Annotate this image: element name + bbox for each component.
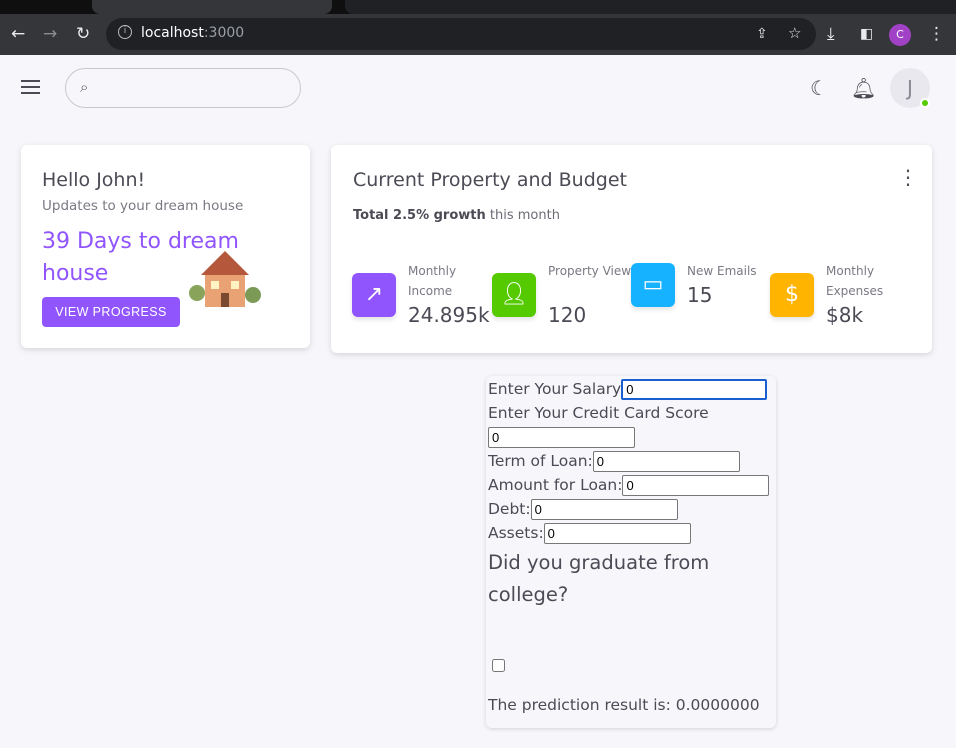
tab-strip xyxy=(0,0,956,14)
dollar-icon: $ xyxy=(770,273,814,317)
loan-prediction-form: Enter Your Salary Enter Your Credit Card… xyxy=(486,376,776,728)
devices-icon: ▭ xyxy=(631,263,675,307)
stat-value: 120 xyxy=(548,303,587,327)
url-host: localhost xyxy=(141,25,204,41)
stat-label: New Emails xyxy=(687,264,757,278)
term-label: Term of Loan: xyxy=(488,452,593,470)
stat-label: Property Views xyxy=(548,264,638,278)
more-icon[interactable]: ⋮ xyxy=(928,23,945,45)
amount-input[interactable] xyxy=(622,475,770,496)
download-icon[interactable]: ⤓ xyxy=(827,23,835,45)
credit-score-label: Enter Your Credit Card Score xyxy=(488,404,709,422)
back-icon[interactable]: ← xyxy=(11,23,25,45)
browser-toolbar: ← → ↻ i localhost:3000 ⇪ ☆ ⤓ ◧ C ⋮ xyxy=(0,14,956,55)
browser-tab[interactable] xyxy=(92,0,332,14)
star-icon[interactable]: ☆ xyxy=(788,22,801,44)
profile-avatar[interactable]: C xyxy=(889,24,911,46)
salary-input[interactable] xyxy=(621,379,768,400)
bell-icon[interactable]: 🔔︎ xyxy=(851,76,876,100)
stat-value: $8k xyxy=(826,303,864,327)
prediction-result: 0.0000000 xyxy=(675,696,760,714)
graduated-checkbox[interactable] xyxy=(492,659,505,672)
result-label: The prediction result is: xyxy=(488,696,676,714)
reload-icon[interactable]: ↻ xyxy=(76,23,90,45)
url-port: :3000 xyxy=(203,25,245,41)
more-vert-icon[interactable]: ⋮ xyxy=(898,165,918,189)
assets-label: Assets: xyxy=(488,524,544,542)
property-budget-card: Current Property and Budget ⋮ Total 2.5%… xyxy=(331,145,932,353)
dark-mode-icon[interactable]: ☾ xyxy=(810,76,828,100)
house-illustration xyxy=(189,251,261,307)
stat-property-views: 👤︎ Property Views 120 xyxy=(492,261,637,331)
welcome-card: Hello John! Updates to your dream house … xyxy=(21,145,310,348)
info-icon[interactable]: i xyxy=(118,25,132,39)
welcome-subtitle: Updates to your dream house xyxy=(42,198,244,214)
share-icon[interactable]: ⇪ xyxy=(756,23,768,45)
trending-up-icon: ↗ xyxy=(352,273,396,317)
welcome-title: Hello John! xyxy=(42,169,146,191)
credit-score-input[interactable] xyxy=(488,427,635,448)
debt-input[interactable] xyxy=(530,499,678,520)
search-input[interactable] xyxy=(106,77,286,99)
forward-icon[interactable]: → xyxy=(43,23,57,45)
stat-monthly-income: ↗ Monthly Income 24.895k xyxy=(352,261,492,331)
stat-label: Monthly Expenses xyxy=(826,264,884,298)
salary-label: Enter Your Salary xyxy=(488,380,622,398)
online-status-badge xyxy=(920,98,930,108)
search-box[interactable]: ⌕ xyxy=(65,68,301,108)
side-panel-icon[interactable]: ◧ xyxy=(860,23,873,45)
stat-monthly-expenses: $ Monthly Expenses $8k xyxy=(770,261,910,331)
menu-icon[interactable] xyxy=(21,80,40,94)
address-bar[interactable]: i localhost:3000 ⇪ ☆ xyxy=(106,18,816,50)
assets-input[interactable] xyxy=(543,523,691,544)
term-input[interactable] xyxy=(592,451,740,472)
growth-bold: Total 2.5% growth xyxy=(353,208,486,223)
stat-value: 15 xyxy=(687,283,713,307)
amount-label: Amount for Loan: xyxy=(488,476,623,494)
growth-text: this month xyxy=(485,208,560,223)
card-title: Current Property and Budget xyxy=(353,169,627,191)
search-icon: ⌕ xyxy=(80,78,89,96)
stat-new-emails: ▭ New Emails 15 xyxy=(631,261,771,331)
stat-value: 24.895k xyxy=(408,303,490,327)
account-icon: 👤︎ xyxy=(492,273,536,317)
college-question: Did you graduate from college? xyxy=(488,551,710,606)
debt-label: Debt: xyxy=(488,500,531,518)
view-progress-button[interactable]: VIEW PROGRESS xyxy=(42,297,180,327)
browser-tab[interactable] xyxy=(345,0,956,14)
stat-label: Monthly Income xyxy=(408,264,457,298)
